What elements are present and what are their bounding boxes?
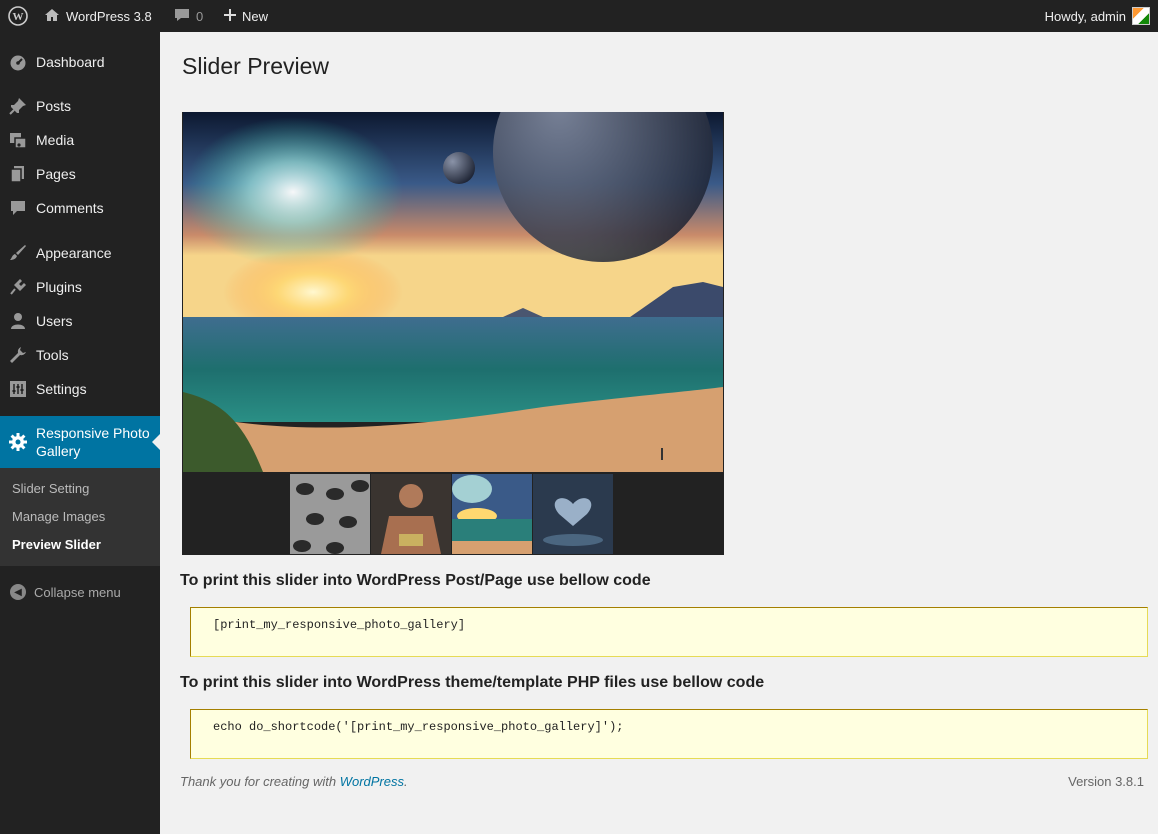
wordpress-link[interactable]: WordPress	[340, 774, 404, 789]
footer-thanks-suffix: .	[404, 774, 408, 789]
pin-icon	[0, 97, 36, 115]
svg-text:W: W	[13, 11, 24, 23]
footer-thanks: Thank you for creating with WordPress.	[180, 774, 408, 789]
sidebar-item-responsive-photo-gallery[interactable]: Responsive Photo Gallery	[0, 416, 160, 468]
comments-link[interactable]: 0	[174, 0, 203, 32]
sidebar-item-plugins[interactable]: Plugins	[0, 270, 160, 304]
post-shortcode-text: [print_my_responsive_photo_gallery]	[213, 618, 466, 632]
sidebar-item-tools[interactable]: Tools	[0, 338, 160, 372]
post-code-heading: To print this slider into WordPress Post…	[180, 572, 651, 589]
sidebar-item-label: Plugins	[36, 279, 82, 295]
admin-bar: W WordPress 3.8 0 New Howdy, admin	[0, 0, 1158, 32]
pages-icon	[0, 165, 36, 183]
sidebar-item-label: Media	[36, 132, 75, 148]
sidebar-item-users[interactable]: Users	[0, 304, 160, 338]
footer-version: Version 3.8.1	[1068, 774, 1144, 789]
collapse-menu-button[interactable]: ◀ Collapse menu	[10, 584, 121, 600]
site-name-link[interactable]: WordPress 3.8	[44, 0, 152, 32]
sidebar-item-media[interactable]: Media	[0, 123, 160, 157]
post-shortcode-box[interactable]: [print_my_responsive_photo_gallery]	[190, 607, 1148, 657]
collapse-arrow-icon: ◀	[10, 584, 26, 600]
settings-icon	[0, 380, 36, 398]
thumbnail-strip	[290, 474, 614, 554]
thumbnail-image[interactable]	[371, 474, 451, 554]
theme-shortcode-box[interactable]: echo do_shortcode('[print_my_responsive_…	[190, 709, 1148, 759]
sidebar-item-appearance[interactable]: Appearance	[0, 236, 160, 270]
wrench-icon	[0, 346, 36, 364]
submenu-item-manage-images[interactable]: Manage Images	[12, 509, 105, 524]
avatar	[1132, 7, 1150, 25]
sidebar-item-label: Pages	[36, 166, 76, 182]
comment-bubble-icon	[174, 8, 190, 25]
account-menu[interactable]: Howdy, admin	[1045, 0, 1150, 32]
sidebar-item-label: Settings	[36, 381, 87, 397]
sidebar-item-settings[interactable]: Settings	[0, 372, 160, 406]
theme-shortcode-text: echo do_shortcode('[print_my_responsive_…	[213, 720, 624, 734]
brush-icon	[0, 244, 36, 262]
sidebar-item-comments[interactable]: Comments	[0, 191, 160, 225]
sidebar-item-posts[interactable]: Posts	[0, 89, 160, 123]
sidebar-item-dashboard[interactable]: Dashboard	[0, 45, 160, 79]
footer-thanks-prefix: Thank you for creating with	[180, 774, 340, 789]
comment-icon	[0, 199, 36, 217]
thumbnail-image[interactable]	[533, 474, 613, 554]
submenu: Slider Setting Manage Images Preview Sli…	[0, 468, 160, 566]
sidebar-item-label: Comments	[36, 200, 104, 216]
submenu-item-slider-setting[interactable]: Slider Setting	[12, 481, 89, 496]
plugin-icon	[0, 278, 36, 296]
sidebar-item-label: Dashboard	[36, 54, 105, 70]
slider-preview	[182, 112, 724, 555]
sidebar-item-label: Users	[36, 313, 73, 329]
page-title: Slider Preview	[182, 53, 329, 79]
site-name-label: WordPress 3.8	[66, 8, 152, 24]
admin-menu: Dashboard Posts Media Pages Comments App…	[0, 32, 160, 834]
wordpress-logo-icon[interactable]: W	[8, 0, 30, 32]
home-icon	[44, 8, 60, 25]
gear-icon	[0, 433, 36, 451]
media-icon	[0, 131, 36, 149]
new-content-link[interactable]: New	[224, 0, 268, 32]
user-icon	[0, 312, 36, 330]
sidebar-item-pages[interactable]: Pages	[0, 157, 160, 191]
new-label: New	[242, 8, 269, 24]
plus-icon	[224, 8, 236, 24]
theme-code-heading: To print this slider into WordPress them…	[180, 674, 765, 691]
dashboard-icon	[0, 53, 36, 71]
comments-count: 0	[196, 8, 204, 24]
slide-image	[183, 112, 723, 472]
sidebar-item-label: Posts	[36, 98, 72, 114]
submenu-item-preview-slider[interactable]: Preview Slider	[12, 537, 101, 552]
main-content: Slider Preview To print this slider into…	[160, 32, 1158, 834]
howdy-label: Howdy, admin	[1044, 8, 1126, 24]
thumbnail-image[interactable]	[452, 474, 532, 554]
sidebar-item-label: Appearance	[36, 245, 112, 261]
thumbnail-image[interactable]	[290, 474, 370, 554]
sidebar-item-label: Tools	[36, 347, 69, 363]
sidebar-item-label: Responsive Photo Gallery	[36, 425, 150, 459]
collapse-label: Collapse menu	[34, 584, 121, 600]
